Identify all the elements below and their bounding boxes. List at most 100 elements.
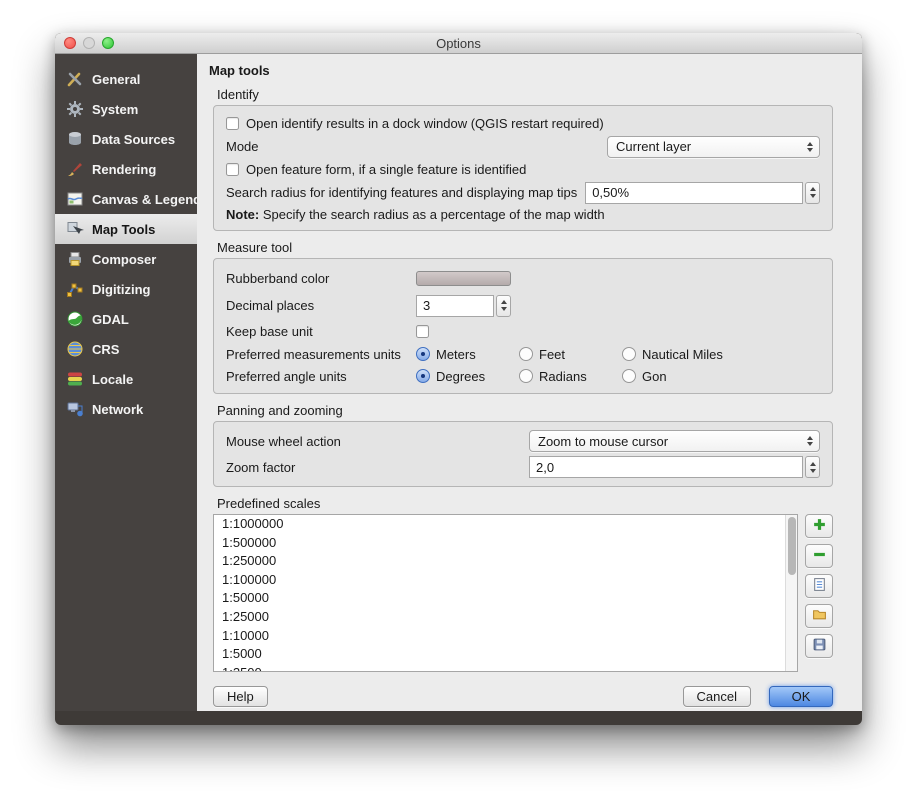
window-title: Options (436, 36, 481, 51)
scale-list-item[interactable]: 1:50000 (214, 589, 797, 608)
minus-icon (812, 547, 827, 565)
decimal-places-stepper[interactable] (496, 295, 511, 317)
ok-button[interactable]: OK (769, 686, 833, 707)
radio-gon[interactable] (622, 369, 636, 383)
predefined-scales-list[interactable]: 1:1000000 1:500000 1:250000 1:100000 1:5… (213, 514, 798, 672)
window-titlebar[interactable]: Options (55, 33, 862, 54)
canvas-icon (66, 190, 84, 208)
sidebar-item-canvas-legend[interactable]: Canvas & Legend (55, 184, 197, 214)
chevron-updown-icon (807, 142, 813, 152)
scale-list-item[interactable]: 1:5000 (214, 645, 797, 664)
radio-degrees[interactable] (416, 369, 430, 383)
scales-button-column (805, 514, 833, 658)
scales-section-label: Predefined scales (217, 496, 862, 511)
gear-icon (66, 100, 84, 118)
chevron-updown-icon (807, 436, 813, 446)
sidebar-item-composer[interactable]: Composer (55, 244, 197, 274)
identify-note: Note: Specify the search radius as a per… (226, 207, 605, 222)
search-radius-input[interactable] (585, 182, 803, 204)
scale-list-item[interactable]: 1:10000 (214, 627, 797, 646)
note-prefix: Note: (226, 207, 259, 222)
globe-icon (66, 340, 84, 358)
search-radius-label: Search radius for identifying features a… (226, 185, 577, 200)
sidebar-item-digitizing[interactable]: Digitizing (55, 274, 197, 304)
help-button[interactable]: Help (213, 686, 268, 707)
sidebar-item-network[interactable]: Network (55, 394, 197, 424)
zoom-button[interactable] (102, 37, 114, 49)
mode-dropdown[interactable]: Current layer (607, 136, 820, 158)
keep-base-unit-checkbox[interactable] (416, 325, 429, 338)
sidebar-item-label: Composer (92, 252, 156, 267)
sidebar-item-rendering[interactable]: Rendering (55, 154, 197, 184)
sidebar-item-label: General (92, 72, 140, 87)
zoom-factor-stepper[interactable] (805, 456, 820, 478)
decimal-places-input[interactable] (416, 295, 494, 317)
identify-dock-label: Open identify results in a dock window (… (246, 116, 604, 131)
radio-meters-label: Meters (436, 347, 476, 362)
page-title: Map tools (209, 63, 862, 78)
units-option-nautical-miles[interactable]: Nautical Miles (622, 347, 723, 362)
locale-icon (66, 370, 84, 388)
radio-degrees-label: Degrees (436, 369, 485, 384)
map-tools-panel: Map tools Identify Open identify results… (197, 54, 862, 711)
minimize-button[interactable] (83, 37, 95, 49)
mouse-wheel-dropdown[interactable]: Zoom to mouse cursor (529, 430, 820, 452)
gdal-icon (66, 310, 84, 328)
scrollbar-thumb[interactable] (788, 517, 796, 575)
search-radius-stepper[interactable] (805, 182, 820, 204)
digitizing-icon (66, 280, 84, 298)
scale-list-item[interactable]: 1:25000 (214, 608, 797, 627)
sidebar-item-crs[interactable]: CRS (55, 334, 197, 364)
radio-radians[interactable] (519, 369, 533, 383)
sidebar-item-general[interactable]: General (55, 64, 197, 94)
network-icon (66, 400, 84, 418)
rubberband-color-label: Rubberband color (226, 271, 416, 286)
radio-meters[interactable] (416, 347, 430, 361)
save-scales-button[interactable] (805, 634, 833, 658)
add-scale-button[interactable] (805, 514, 833, 538)
angle-option-degrees[interactable]: Degrees (416, 369, 519, 384)
sidebar-item-label: System (92, 102, 138, 117)
zoom-factor-input[interactable] (529, 456, 803, 478)
angle-option-gon[interactable]: Gon (622, 369, 667, 384)
scale-list-item[interactable]: 1:100000 (214, 571, 797, 590)
options-sidebar: General System Data Sources Rendering (55, 54, 197, 711)
cancel-button[interactable]: Cancel (683, 686, 751, 707)
feature-form-checkbox[interactable] (226, 163, 239, 176)
scale-list-item[interactable]: 1:250000 (214, 552, 797, 571)
tools-icon (66, 70, 84, 88)
sidebar-item-system[interactable]: System (55, 94, 197, 124)
radio-feet[interactable] (519, 347, 533, 361)
scale-list-item[interactable]: 1:2500 (214, 664, 797, 672)
options-window: Options General System Data Sources (55, 33, 862, 725)
scale-list-item[interactable]: 1:500000 (214, 534, 797, 553)
units-option-feet[interactable]: Feet (519, 347, 622, 362)
close-button[interactable] (64, 37, 76, 49)
plus-icon (812, 517, 827, 535)
mode-dropdown-value: Current layer (616, 139, 691, 154)
scale-list-item[interactable]: 1:1000000 (214, 515, 797, 534)
load-scales-button[interactable] (805, 604, 833, 628)
identify-dock-checkbox[interactable] (226, 117, 239, 130)
sidebar-item-locale[interactable]: Locale (55, 364, 197, 394)
mouse-wheel-label: Mouse wheel action (226, 434, 529, 449)
measure-section-label: Measure tool (217, 240, 862, 255)
sidebar-item-map-tools[interactable]: Map Tools (55, 214, 197, 244)
keep-base-unit-label: Keep base unit (226, 324, 416, 339)
default-scales-button[interactable] (805, 574, 833, 598)
angle-option-radians[interactable]: Radians (519, 369, 622, 384)
paintbrush-icon (66, 160, 84, 178)
sidebar-item-label: GDAL (92, 312, 129, 327)
sidebar-item-data-sources[interactable]: Data Sources (55, 124, 197, 154)
save-icon (812, 637, 827, 655)
sidebar-item-gdal[interactable]: GDAL (55, 304, 197, 334)
identify-groupbox: Open identify results in a dock window (… (213, 105, 833, 231)
sidebar-item-label: CRS (92, 342, 119, 357)
rubberband-color-swatch[interactable] (416, 271, 511, 286)
scrollbar-track[interactable] (785, 515, 797, 671)
measure-groupbox: Rubberband color Decimal places Keep bas… (213, 258, 833, 394)
remove-scale-button[interactable] (805, 544, 833, 568)
units-option-meters[interactable]: Meters (416, 347, 519, 362)
radio-nautical-miles[interactable] (622, 347, 636, 361)
panning-section-label: Panning and zooming (217, 403, 862, 418)
